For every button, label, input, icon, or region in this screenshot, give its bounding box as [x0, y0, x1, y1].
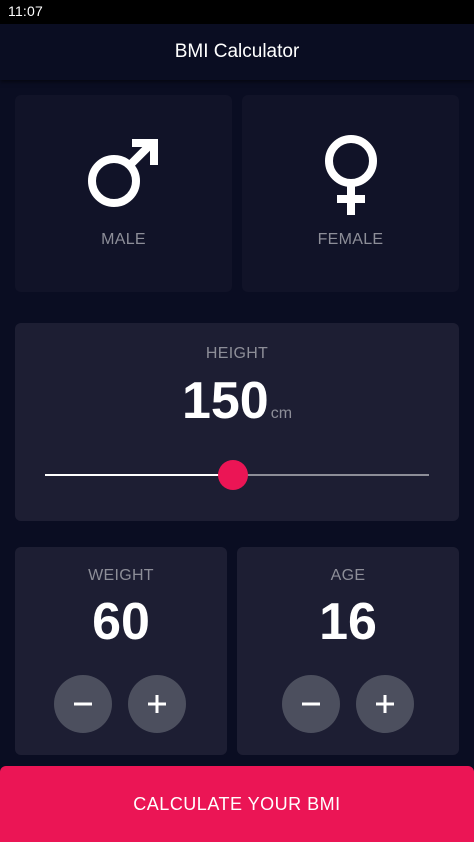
- height-unit: cm: [270, 405, 293, 422]
- calculate-bmi-button[interactable]: CALCULATE YOUR BMI: [0, 766, 474, 842]
- app-bar: BMI Calculator: [0, 24, 474, 80]
- male-symbol-icon: [86, 135, 162, 216]
- status-bar: 11:07: [0, 0, 474, 24]
- minus-icon: [74, 702, 92, 706]
- height-slider-fill: [45, 474, 234, 476]
- plus-icon: [148, 695, 166, 713]
- minus-icon: [302, 702, 320, 706]
- female-card[interactable]: FEMALE: [242, 95, 459, 292]
- weight-card: WEIGHT 60: [15, 547, 227, 755]
- height-value: 150: [181, 372, 269, 430]
- height-value-row: 150 cm: [15, 371, 459, 431]
- calculate-bmi-label: CALCULATE YOUR BMI: [133, 793, 341, 814]
- height-slider[interactable]: [45, 460, 429, 490]
- height-card: HEIGHT 150 cm: [15, 323, 459, 521]
- height-slider-thumb[interactable]: [218, 460, 249, 490]
- app-title: BMI Calculator: [174, 41, 300, 62]
- female-label: FEMALE: [317, 231, 384, 248]
- plus-icon: [376, 695, 394, 713]
- male-card[interactable]: MALE: [15, 95, 232, 292]
- weight-increment-button[interactable]: [128, 675, 186, 733]
- weight-decrement-button[interactable]: [54, 675, 112, 733]
- weight-value: 60: [92, 593, 150, 651]
- height-label: HEIGHT: [205, 345, 269, 362]
- status-time: 11:07: [8, 3, 43, 19]
- age-value: 16: [319, 593, 377, 651]
- age-card: AGE 16: [237, 547, 459, 755]
- age-increment-button[interactable]: [356, 675, 414, 733]
- male-label: MALE: [101, 231, 146, 248]
- age-label: AGE: [330, 567, 366, 584]
- female-symbol-icon: [321, 135, 381, 222]
- age-decrement-button[interactable]: [282, 675, 340, 733]
- weight-label: WEIGHT: [88, 567, 154, 584]
